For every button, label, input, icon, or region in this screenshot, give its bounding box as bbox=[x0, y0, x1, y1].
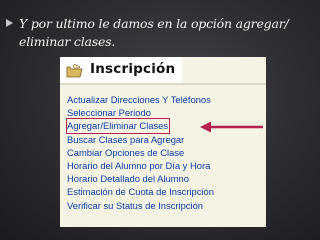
bullet-arrow-icon bbox=[6, 19, 13, 27]
menu-item-estimacion-cuota[interactable]: Estimación de Cuota de Inscripción bbox=[67, 185, 214, 198]
menu-item-buscar-clases[interactable]: Buscar Clases para Agregar bbox=[67, 133, 214, 146]
menu-list: Actualizar Direcciones Y Teléfonos Selec… bbox=[65, 93, 214, 212]
pointer-arrow-icon bbox=[200, 121, 263, 133]
folder-hand-icon bbox=[66, 64, 83, 78]
menu-item-cambiar-opciones[interactable]: Cambiar Opciones de Clase bbox=[67, 146, 214, 159]
panel-title: Inscripción bbox=[90, 61, 176, 77]
slide-text: Y por ultimo le damos en la opción agreg… bbox=[19, 16, 289, 49]
menu-item-seleccionar-periodo[interactable]: Seleccionar Periodo bbox=[67, 106, 214, 119]
menu-item-horario-dia-hora[interactable]: Horario del Alumno por Día y Hora bbox=[67, 159, 214, 172]
menu-item-agregar-eliminar-clases[interactable]: Agregar/Eliminar Clases bbox=[65, 118, 171, 134]
registration-menu-panel: Inscripción Actualizar Direcciones Y Tel… bbox=[60, 57, 266, 227]
menu-item-horario-detallado[interactable]: Horario Detallado del Alumno bbox=[67, 172, 214, 185]
header-divider bbox=[60, 83, 266, 85]
menu-item-actualizar-direcciones[interactable]: Actualizar Direcciones Y Teléfonos bbox=[67, 93, 214, 106]
menu-item-verificar-status[interactable]: Verificar su Status de Inscripción bbox=[67, 199, 214, 212]
panel-header: Inscripción bbox=[60, 57, 182, 83]
